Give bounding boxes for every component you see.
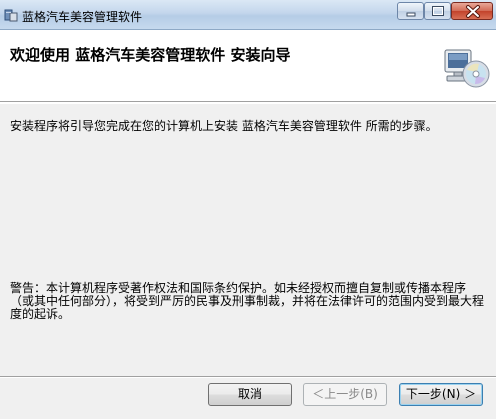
copyright-warning: 警告：本计算机程序受著作权法和国际条约保护。如未经授权而擅自复制或传播本程序（或…	[10, 281, 485, 321]
minimize-icon	[406, 12, 416, 17]
intro-text: 安装程序将引导您完成在您的计算机上安装 蓝格汽车美容管理软件 所需的步骤。	[10, 119, 438, 133]
minimize-button[interactable]	[397, 2, 424, 20]
header-banner: 欢迎使用 蓝格汽车美容管理软件 安装向导	[0, 30, 496, 104]
window-title: 蓝格汽车美容管理软件	[22, 10, 143, 24]
computer-cd-icon	[441, 44, 491, 92]
back-button[interactable]: ＜上一步(B)	[303, 383, 387, 406]
maximize-button[interactable]	[424, 2, 451, 20]
installer-icon	[4, 8, 18, 22]
next-button[interactable]: 下一步(N) ＞	[399, 383, 483, 406]
close-button[interactable]	[451, 2, 493, 20]
title-bar[interactable]: 蓝格汽车美容管理软件	[0, 0, 496, 30]
page-title: 欢迎使用 蓝格汽车美容管理软件 安装向导	[10, 46, 291, 64]
close-icon	[466, 5, 480, 18]
maximize-icon	[432, 6, 444, 16]
button-separator	[0, 376, 496, 378]
cancel-button[interactable]: 取消	[208, 383, 292, 406]
